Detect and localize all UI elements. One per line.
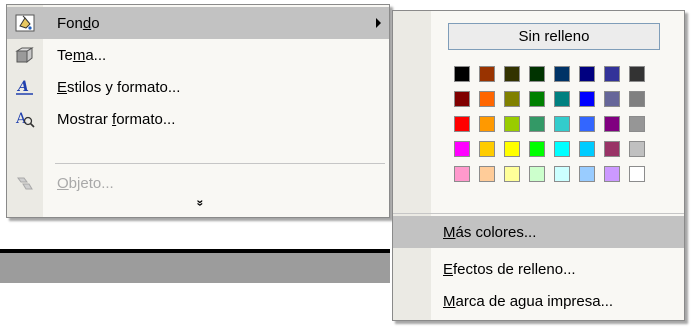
color-swatch[interactable] bbox=[479, 166, 495, 182]
color-swatch[interactable] bbox=[479, 116, 495, 132]
color-swatch[interactable] bbox=[454, 166, 470, 182]
color-swatch[interactable] bbox=[504, 66, 520, 82]
menu-item-estilos[interactable]: A Estilos y formato... bbox=[7, 71, 389, 103]
submenu-arrow-icon bbox=[376, 18, 381, 28]
color-swatch[interactable] bbox=[604, 91, 620, 107]
color-swatch[interactable] bbox=[554, 116, 570, 132]
color-swatch[interactable] bbox=[479, 141, 495, 157]
printed-watermark-item[interactable]: Marca de agua impresa... bbox=[393, 285, 684, 317]
theme-icon bbox=[15, 46, 35, 64]
fondo-submenu: Sin relleno Más colores... Efectos de re… bbox=[392, 10, 685, 321]
color-swatch[interactable] bbox=[454, 116, 470, 132]
color-swatch[interactable] bbox=[604, 116, 620, 132]
color-swatch[interactable] bbox=[529, 166, 545, 182]
menu-item-fondo[interactable]: Fondo bbox=[7, 7, 389, 39]
menu-item-mostrar-formato[interactable]: A Mostrar formato... bbox=[7, 103, 389, 135]
color-swatch[interactable] bbox=[579, 66, 595, 82]
color-swatch[interactable] bbox=[504, 141, 520, 157]
menu-item-objeto: Objeto... bbox=[7, 167, 389, 199]
color-swatch[interactable] bbox=[454, 66, 470, 82]
color-swatch[interactable] bbox=[504, 116, 520, 132]
paint-bucket-icon bbox=[15, 14, 35, 32]
menu-item-label: Efectos de relleno... bbox=[443, 261, 576, 278]
color-swatch[interactable] bbox=[629, 116, 645, 132]
color-swatch[interactable] bbox=[554, 91, 570, 107]
menu-separator bbox=[55, 163, 385, 164]
color-swatch[interactable] bbox=[579, 141, 595, 157]
color-swatch[interactable] bbox=[554, 141, 570, 157]
document-area bbox=[0, 249, 390, 283]
color-swatch[interactable] bbox=[554, 66, 570, 82]
color-swatch[interactable] bbox=[629, 141, 645, 157]
menu-item-label: Objeto... bbox=[57, 175, 114, 192]
more-colors-item[interactable]: Más colores... bbox=[393, 216, 684, 248]
color-swatch[interactable] bbox=[529, 116, 545, 132]
submenu-separator bbox=[393, 213, 684, 214]
no-fill-button[interactable]: Sin relleno bbox=[448, 23, 660, 50]
color-swatch[interactable] bbox=[604, 66, 620, 82]
color-swatch[interactable] bbox=[454, 91, 470, 107]
color-swatch[interactable] bbox=[529, 141, 545, 157]
color-swatch[interactable] bbox=[504, 166, 520, 182]
color-swatch[interactable] bbox=[604, 166, 620, 182]
color-swatch[interactable] bbox=[579, 116, 595, 132]
format-menu: Fondo Tema... A Estilos y formato... A M… bbox=[6, 4, 390, 218]
color-swatch[interactable] bbox=[529, 91, 545, 107]
object-icon bbox=[15, 174, 35, 192]
fill-effects-item[interactable]: Efectos de relleno... bbox=[393, 253, 684, 285]
expand-menu-chevron-icon[interactable]: » bbox=[193, 200, 207, 207]
color-swatch[interactable] bbox=[454, 141, 470, 157]
svg-text:A: A bbox=[16, 79, 29, 95]
menu-item-label: Fondo bbox=[57, 15, 100, 32]
color-swatch[interactable] bbox=[629, 166, 645, 182]
color-swatch[interactable] bbox=[529, 66, 545, 82]
color-swatch[interactable] bbox=[579, 166, 595, 182]
color-swatch[interactable] bbox=[604, 141, 620, 157]
color-swatch[interactable] bbox=[579, 91, 595, 107]
color-swatch[interactable] bbox=[629, 66, 645, 82]
menu-item-label: Estilos y formato... bbox=[57, 79, 181, 96]
menu-item-label: Mostrar formato... bbox=[57, 111, 176, 128]
color-swatch[interactable] bbox=[479, 91, 495, 107]
color-swatch[interactable] bbox=[554, 166, 570, 182]
color-swatch[interactable] bbox=[479, 66, 495, 82]
menu-item-label: Marca de agua impresa... bbox=[443, 293, 614, 310]
menu-item-label: Más colores... bbox=[443, 224, 537, 241]
reveal-formatting-icon: A bbox=[15, 110, 35, 128]
menu-item-tema[interactable]: Tema... bbox=[7, 39, 389, 71]
menu-item-label: Tema... bbox=[57, 47, 107, 64]
styles-icon: A bbox=[15, 78, 35, 96]
color-swatch[interactable] bbox=[504, 91, 520, 107]
color-swatch[interactable] bbox=[629, 91, 645, 107]
